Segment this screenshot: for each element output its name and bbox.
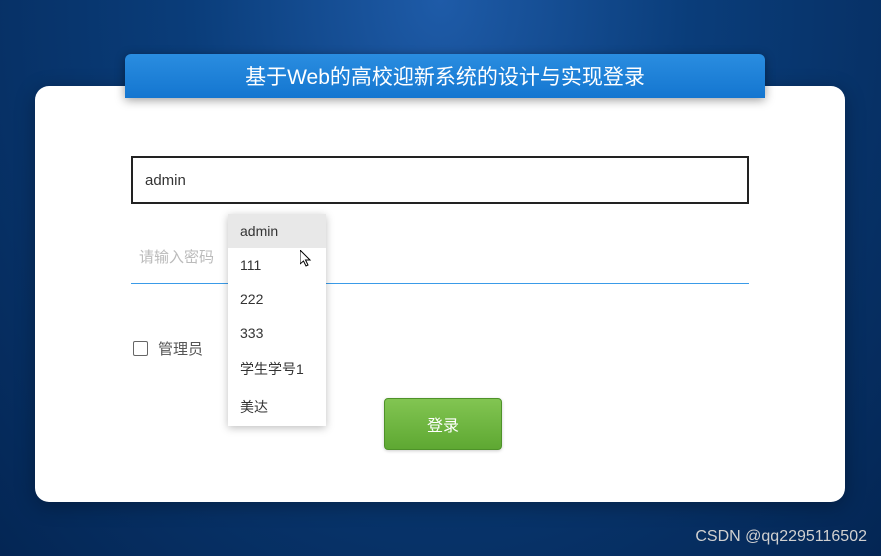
watermark: CSDN @qq2295116502 (695, 528, 867, 546)
dropdown-item[interactable]: 333 (228, 316, 326, 350)
dropdown-item[interactable]: admin (228, 214, 326, 248)
password-row (131, 240, 749, 284)
autocomplete-dropdown: admin 111 222 333 学生学号1 美达 (228, 214, 326, 426)
password-input[interactable] (131, 249, 749, 266)
page-title: 基于Web的高校迎新系统的设计与实现登录 (245, 61, 645, 91)
admin-checkbox-label: 管理员 (158, 338, 203, 359)
admin-checkbox[interactable] (133, 341, 148, 356)
admin-checkbox-row: 管理员 (131, 338, 749, 359)
username-input[interactable] (131, 156, 749, 204)
login-button[interactable]: 登录 (384, 398, 502, 450)
page-title-banner: 基于Web的高校迎新系统的设计与实现登录 (125, 54, 765, 98)
login-button-label: 登录 (427, 412, 459, 436)
dropdown-item[interactable]: 学生学号1 (228, 350, 326, 388)
dropdown-item[interactable]: 222 (228, 282, 326, 316)
dropdown-item[interactable]: 111 (228, 248, 326, 282)
dropdown-item[interactable]: 美达 (228, 388, 326, 426)
